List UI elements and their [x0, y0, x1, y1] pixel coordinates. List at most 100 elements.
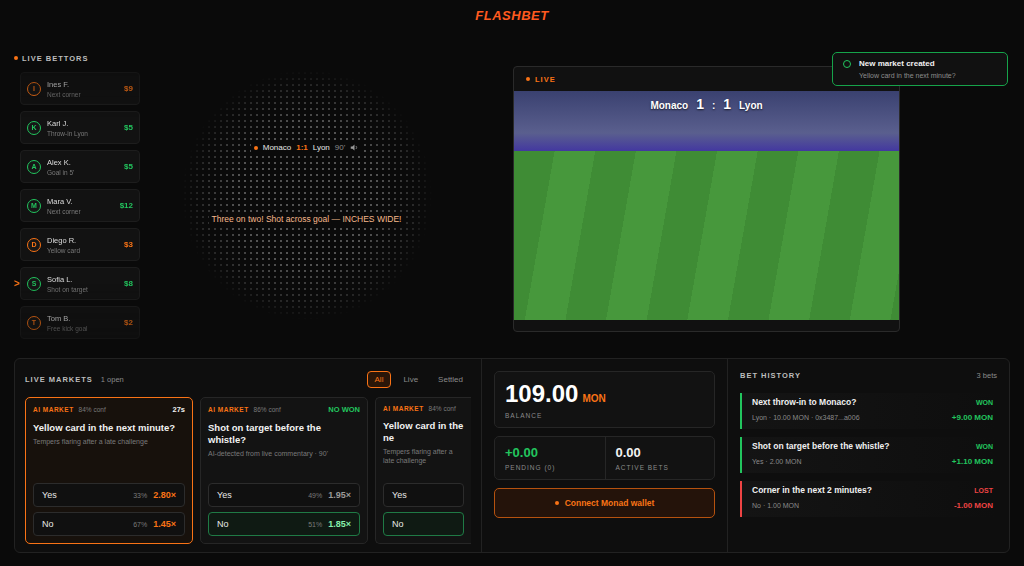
option-label: No — [42, 519, 54, 529]
balance-currency: MON — [582, 393, 605, 404]
pending-label: PENDING (0) — [505, 464, 595, 471]
markets-label: LIVE MARKETS — [25, 375, 93, 384]
bettor-item[interactable]: SSofia L.Shot on target$8 — [20, 267, 140, 300]
bettor-text: Tom B.Free kick goal — [47, 314, 118, 332]
video-frame[interactable]: Monaco1:1Lyon — [514, 91, 899, 320]
history-item[interactable]: Corner in the next 2 minutes?LOST No · 1.… — [740, 481, 997, 517]
bettor-bet: Free kick goal — [47, 325, 118, 332]
bettor-item[interactable]: TTom B.Free kick goal$2 — [20, 306, 140, 339]
pending-stat: +0.00PENDING (0) — [495, 437, 605, 479]
bet-history: BET HISTORY3 betsNext throw-in to Monaco… — [728, 359, 1009, 552]
market-tab[interactable]: Live — [395, 371, 426, 388]
balance-amount: 109.00 — [505, 380, 578, 408]
market-cards: AI MARKET84% conf27s Yellow card in the n… — [25, 397, 471, 544]
history-amount: +1.10 MON — [952, 457, 993, 466]
history-row: No · 1.00 MON-1.00 MON — [752, 501, 993, 510]
bettor-row: AAlex K.Goal in 5'$5 — [14, 150, 140, 183]
history-row: Next throw-in to Monaco?WON — [752, 397, 993, 407]
history-item[interactable]: Shot on target before the whistle?WONYes… — [740, 437, 997, 473]
history-title: BET HISTORY — [740, 371, 801, 380]
history-item[interactable]: Next throw-in to Monaco?WONLyon · 10.00 … — [740, 393, 997, 429]
option-button[interactable]: No67%1.45× — [33, 512, 185, 536]
history-row: Shot on target before the whistle?WON — [752, 441, 993, 451]
card-header: AI MARKET 84% conf — [383, 405, 464, 412]
bettor-bet: Yellow card — [47, 247, 118, 254]
option-label: Yes — [217, 490, 232, 500]
bettor-name: Ines F. — [47, 80, 118, 89]
bettor-name: Karl J. — [47, 119, 118, 128]
bettor-name: Alex K. — [47, 158, 118, 167]
bettor-item[interactable]: MMara V.Next corner$12 — [20, 189, 140, 222]
bettor-item[interactable]: DDiego R.Yellow card$3 — [20, 228, 140, 261]
match-minute: 90' — [335, 143, 345, 152]
bettor-item[interactable]: KKarl J.Throw-in Lyon$5 — [20, 111, 140, 144]
bettor-amount: $5 — [124, 123, 133, 132]
dot-icon — [555, 501, 559, 505]
home-team: Monaco — [263, 143, 291, 152]
card-question: Yellow card in the ne — [383, 420, 464, 444]
bettor-text: Karl J.Throw-in Lyon — [47, 119, 118, 137]
card-tag: AI MARKET — [383, 405, 424, 412]
market-tabs: AllLiveSettled — [367, 371, 471, 388]
connect-wallet-button[interactable]: Connect Monad wallet — [494, 488, 715, 518]
bettor-avatar: A — [27, 160, 41, 174]
pitch — [514, 151, 899, 320]
markets-title: LIVE MARKETS1 open — [25, 375, 124, 384]
card-options: Yes No — [383, 477, 464, 536]
bettor-name: Diego R. — [47, 236, 118, 245]
bettor-amount: $3 — [124, 240, 133, 249]
new-market-toast[interactable]: New market createdYellow card in the nex… — [832, 52, 1008, 86]
card-confidence: 84% conf — [429, 405, 456, 412]
card-note: AI-detected from live commentary · 90' — [208, 450, 360, 459]
market-card[interactable]: AI MARKET84% confYellow card in the neTe… — [375, 397, 471, 544]
balance-value: 109.00 MON — [505, 380, 704, 408]
bettor-amount: $12 — [120, 201, 133, 210]
market-tab[interactable]: Settled — [430, 371, 471, 388]
card-options: Yes33%2.80× No67%1.45× — [33, 477, 185, 536]
option-button[interactable]: No51%1.85× — [208, 512, 360, 536]
option-button[interactable]: Yes — [383, 483, 464, 507]
history-list: Next throw-in to Monaco?WONLyon · 10.00 … — [740, 393, 997, 517]
option-button[interactable]: Yes33%2.80× — [33, 483, 185, 507]
card-header: AI MARKET84% conf27s — [33, 405, 185, 414]
away-team: Lyon — [313, 143, 330, 152]
option-label: No — [392, 519, 404, 529]
live-label: LIVE — [535, 75, 556, 84]
live-dot-icon — [14, 56, 18, 60]
bettor-bet: Shot on target — [47, 286, 118, 293]
bettor-amount: $9 — [124, 84, 133, 93]
bettor-avatar: S — [27, 277, 41, 291]
bettor-list: IInes F.Next corner$9KKarl J.Throw-in Ly… — [14, 72, 140, 339]
history-row: Corner in the next 2 minutes?LOST — [752, 485, 993, 495]
speaker-icon[interactable] — [350, 143, 359, 152]
score-separator: : — [712, 100, 715, 111]
score: 1:1 — [296, 143, 308, 152]
bettor-bet: Next corner — [47, 91, 118, 98]
card-question: Yellow card in the next minute? — [33, 422, 185, 434]
flashbet-logo[interactable]: FLASHBET — [475, 8, 548, 23]
away-score: 1 — [723, 96, 731, 112]
video-panel: LIVE Monaco1:1Lyon — [513, 66, 900, 332]
bettor-name: Sofia L. — [47, 275, 118, 284]
market-card[interactable]: AI MARKET86% confNO WONShot on target be… — [200, 397, 368, 544]
bettor-text: Alex K.Goal in 5' — [47, 158, 118, 176]
option-button[interactable]: No — [383, 512, 464, 536]
bettor-text: Mara V.Next corner — [47, 197, 114, 215]
card-status: NO WON — [328, 405, 360, 414]
toast-title: New market created — [859, 59, 956, 68]
option-odds: 2.80× — [153, 490, 176, 500]
markets-header: LIVE MARKETS1 open AllLiveSettled — [25, 367, 471, 391]
option-odds: 1.85× — [328, 519, 351, 529]
market-tab[interactable]: All — [367, 371, 392, 388]
bettor-item[interactable]: AAlex K.Goal in 5'$5 — [20, 150, 140, 183]
balance-label: BALANCE — [505, 412, 704, 419]
market-card[interactable]: AI MARKET84% conf27s Yellow card in the n… — [25, 397, 193, 544]
bettor-item[interactable]: IInes F.Next corner$9 — [20, 72, 140, 105]
bettor-bet: Next corner — [47, 208, 114, 215]
live-dot-icon — [526, 77, 530, 81]
history-result: WON — [976, 399, 993, 406]
score-line: Monaco 1:1 Lyon 90' — [251, 142, 363, 153]
option-button[interactable]: Yes49%1.95× — [208, 483, 360, 507]
bettor-row: IInes F.Next corner$9 — [14, 72, 140, 105]
card-confidence: 86% conf — [254, 406, 281, 413]
